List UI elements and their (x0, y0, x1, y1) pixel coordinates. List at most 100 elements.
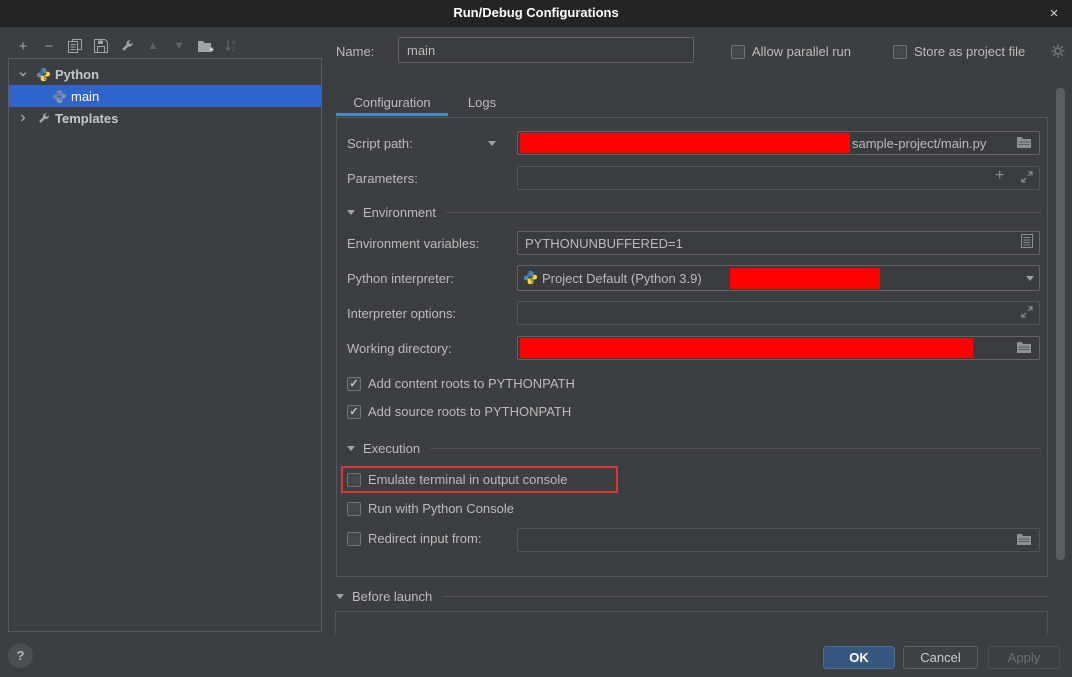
help-button[interactable]: ? (8, 643, 33, 668)
python-interpreter-value: Project Default (Python 3.9) (542, 271, 702, 286)
checkbox-box[interactable] (893, 45, 907, 59)
arrow-down-icon: ▼ (174, 40, 185, 52)
redaction-block (520, 133, 850, 153)
active-tab-underline (336, 113, 448, 116)
copy-configuration-button[interactable] (62, 35, 88, 57)
save-configuration-button[interactable] (88, 35, 114, 57)
store-as-project-file-checkbox[interactable]: Store as project file (893, 44, 1025, 59)
python-interpreter-label: Python interpreter: (347, 271, 454, 286)
sort-configurations-button[interactable]: az (218, 35, 244, 57)
minus-icon: − (45, 38, 54, 55)
apply-button[interactable]: Apply (988, 646, 1060, 669)
close-icon[interactable]: × (1044, 4, 1064, 24)
collapse-triangle-icon (347, 446, 355, 451)
execution-section-header[interactable]: Execution (347, 441, 1041, 456)
cancel-button[interactable]: Cancel (903, 646, 978, 669)
browse-folder-icon[interactable] (1016, 340, 1032, 354)
ok-button[interactable]: OK (823, 646, 895, 669)
templates-wrench-icon (35, 110, 51, 126)
svg-text:z: z (232, 47, 235, 53)
expand-field-icon[interactable] (1021, 171, 1037, 185)
parameters-label: Parameters: (347, 171, 418, 186)
browse-folder-icon[interactable] (1016, 532, 1032, 546)
python-logo-icon (35, 66, 51, 82)
checkbox-box[interactable]: ✓ (347, 377, 361, 391)
tree-item-label: main (71, 89, 99, 104)
script-path-dropdown-icon[interactable] (488, 141, 496, 146)
script-path-value: sample-project/main.py (852, 136, 986, 151)
tab-logs[interactable]: Logs (452, 95, 512, 117)
environment-variables-label: Environment variables: (347, 236, 479, 251)
checkbox-label: Emulate terminal in output console (368, 472, 567, 487)
interpreter-options-label: Interpreter options: (347, 306, 456, 321)
interpreter-dropdown-icon[interactable] (1026, 276, 1034, 281)
working-directory-label: Working directory: (347, 341, 452, 356)
insert-macro-plus-icon[interactable]: + (995, 167, 1004, 185)
checkbox-label: Allow parallel run (752, 44, 851, 59)
remove-configuration-button[interactable]: − (36, 35, 62, 57)
python-config-icon (51, 88, 67, 104)
checkbox-label: Store as project file (914, 44, 1025, 59)
tree-item-label: Python (55, 67, 99, 82)
parameters-field[interactable] (517, 166, 1040, 190)
redirect-input-checkbox[interactable]: Redirect input from: (347, 531, 481, 546)
checkbox-box[interactable] (347, 502, 361, 516)
copy-icon (68, 39, 82, 53)
environment-variables-value: PYTHONUNBUFFERED=1 (525, 236, 683, 251)
new-folder-button[interactable] (192, 35, 218, 57)
emulate-terminal-checkbox[interactable]: Emulate terminal in output console (347, 472, 567, 487)
chevron-down-icon[interactable] (17, 68, 29, 80)
svg-text:a: a (232, 40, 236, 46)
browse-folder-icon[interactable] (1016, 135, 1032, 149)
section-title: Execution (363, 441, 420, 456)
interpreter-options-field[interactable] (517, 301, 1040, 325)
new-folder-icon (197, 39, 214, 53)
redaction-block (520, 338, 973, 358)
plus-icon: + (19, 38, 28, 55)
edit-templates-button[interactable] (114, 35, 140, 57)
before-launch-section-header[interactable]: Before launch (336, 589, 1048, 604)
tree-item-label: Templates (55, 111, 118, 126)
checkbox-box[interactable] (347, 532, 361, 546)
tree-item-main-config[interactable]: main (9, 85, 321, 107)
allow-parallel-run-checkbox[interactable]: Allow parallel run (731, 44, 851, 59)
section-divider (430, 448, 1041, 449)
run-debug-configurations-dialog: Run/Debug Configurations × + − ▲ ▼ az (0, 0, 1072, 677)
run-with-python-console-checkbox[interactable]: Run with Python Console (347, 501, 514, 516)
store-settings-gear-icon[interactable] (1051, 44, 1065, 61)
edit-variables-list-icon[interactable] (1021, 234, 1037, 248)
vertical-scrollbar-thumb[interactable] (1056, 88, 1065, 560)
before-launch-task-list[interactable] (335, 611, 1048, 634)
move-up-button[interactable]: ▲ (140, 35, 166, 57)
python-logo-icon (523, 270, 538, 288)
collapse-triangle-icon (347, 210, 355, 215)
tree-item-templates[interactable]: Templates (9, 107, 321, 129)
arrow-up-icon: ▲ (148, 40, 159, 52)
add-content-roots-checkbox[interactable]: ✓ Add content roots to PYTHONPATH (347, 376, 575, 391)
tree-item-python-group[interactable]: Python (9, 63, 321, 85)
checkbox-label: Redirect input from: (368, 531, 481, 546)
checkbox-box[interactable]: ✓ (347, 405, 361, 419)
add-configuration-button[interactable]: + (10, 35, 36, 57)
checkbox-label: Run with Python Console (368, 501, 514, 516)
name-label: Name: (336, 44, 374, 59)
wrench-icon (120, 39, 134, 53)
redaction-block (730, 268, 880, 289)
configurations-tree: Python main Templates (8, 58, 322, 632)
checkbox-box[interactable] (347, 473, 361, 487)
add-source-roots-checkbox[interactable]: ✓ Add source roots to PYTHONPATH (347, 404, 571, 419)
environment-section-header[interactable]: Environment (347, 205, 1041, 220)
section-title: Environment (363, 205, 436, 220)
move-down-button[interactable]: ▼ (166, 35, 192, 57)
sort-az-icon: az (224, 39, 238, 53)
dialog-title: Run/Debug Configurations (0, 5, 1072, 20)
section-divider (446, 212, 1041, 213)
name-input[interactable] (398, 37, 694, 63)
expand-field-icon[interactable] (1021, 306, 1037, 320)
save-icon (94, 39, 108, 53)
script-path-label: Script path: (347, 136, 413, 151)
title-bar: Run/Debug Configurations × (0, 0, 1072, 27)
chevron-right-icon[interactable] (17, 112, 29, 124)
checkbox-box[interactable] (731, 45, 745, 59)
redirect-input-field[interactable] (517, 528, 1040, 552)
